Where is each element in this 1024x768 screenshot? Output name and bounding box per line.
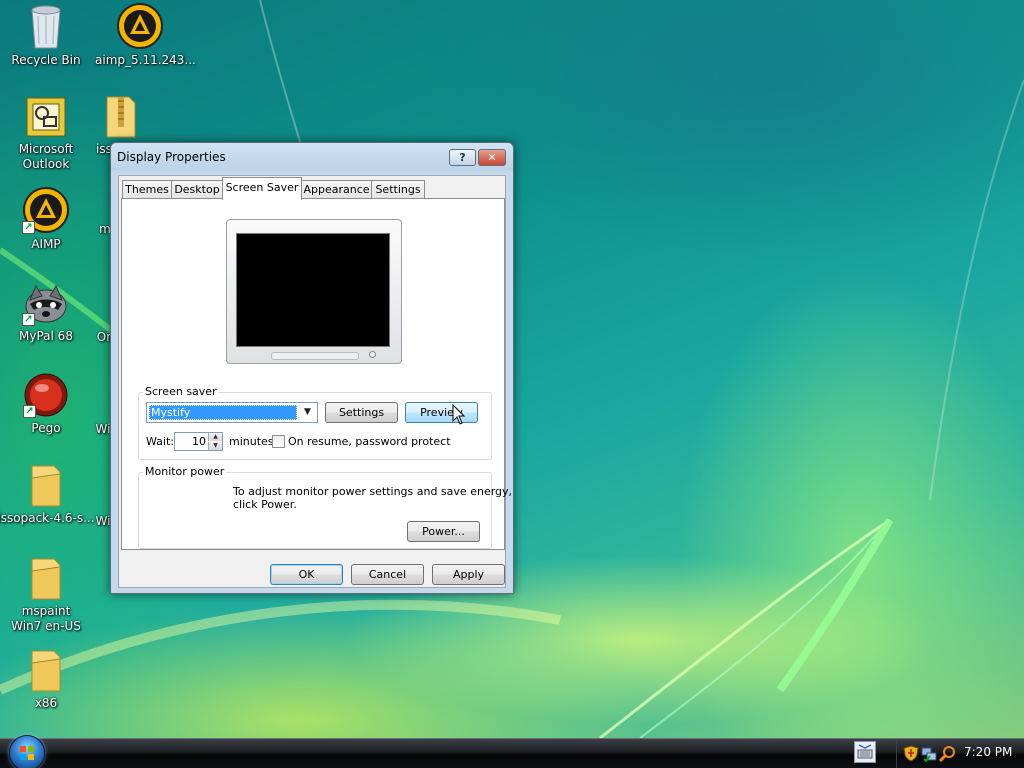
folder-icon (31, 558, 61, 600)
search-icon[interactable] (939, 745, 956, 762)
monitor-power-led-icon (369, 351, 376, 358)
minutes-label: minutes (229, 435, 274, 448)
desktop-icon-label: Microsoft Outlook (18, 142, 74, 171)
title-bar[interactable]: Display Properties ? ✕ (111, 143, 513, 171)
start-button[interactable] (9, 735, 45, 768)
folder-icon (31, 650, 61, 692)
aimp-installer-icon (117, 3, 163, 49)
screen-saver-settings-button[interactable]: Settings (325, 402, 398, 423)
power-button[interactable]: Power... (407, 521, 480, 542)
monitor-preview-base (271, 352, 359, 360)
desktop-icon-mypal[interactable]: ↗ MyPal 68 (1, 280, 91, 344)
zip-folder-icon (106, 96, 136, 138)
desktop-icon-pego[interactable]: ↗ Pego (1, 372, 91, 436)
spin-buttons: ▲ ▼ (208, 433, 222, 450)
help-button[interactable]: ? (449, 149, 476, 166)
tab-screen-saver[interactable]: Screen Saver (222, 177, 302, 200)
taskbar-clock[interactable]: 7:20 PM (964, 745, 1012, 759)
desktop-icon-recycle-bin[interactable]: Recycle Bin (1, 2, 91, 68)
screen-saver-group-label: Screen saver (143, 385, 219, 398)
screen-saver-selected-value: Mystify (149, 405, 297, 420)
tab-desktop[interactable]: Desktop (171, 180, 223, 199)
tab-themes[interactable]: Themes (122, 180, 172, 199)
close-button[interactable]: ✕ (478, 149, 506, 166)
shield-icon[interactable] (903, 745, 919, 762)
desktop-icon-label: aimp_5.11.243... (95, 53, 196, 67)
desktop-icon-label: issopack-4.6-s... (0, 511, 95, 525)
desktop-icon-label: x86 (34, 696, 58, 710)
dialog-title: Display Properties (117, 150, 226, 164)
desktop-icon-label: AIMP (31, 237, 61, 251)
keyboard-language-icon[interactable] (854, 741, 876, 763)
pego-icon-wrapper: ↗ (23, 372, 69, 418)
screen-saver-preview-button[interactable]: Preview (405, 402, 478, 423)
mypal-icon-wrapper: ↗ (22, 280, 70, 326)
monitor-power-description-line2: click Power. (233, 498, 297, 511)
chevron-down-icon[interactable]: ▼ (299, 404, 316, 421)
screen-saver-panel: Screen saver Mystify ▼ Settings Preview … (121, 198, 512, 550)
keyboard-icon (857, 744, 873, 759)
desktop-icon-label: MyPal 68 (19, 329, 73, 343)
desktop-icon-aimp-installer[interactable]: aimp_5.11.243... (95, 2, 196, 68)
password-protect-checkbox[interactable] (272, 435, 285, 448)
desktop-icon-label: Recycle Bin (11, 53, 81, 67)
monitor-preview (226, 219, 402, 364)
spin-down-icon[interactable]: ▼ (208, 442, 222, 450)
shortcut-arrow-icon: ↗ (22, 313, 35, 326)
mouse-cursor-icon (452, 404, 466, 425)
monitor-preview-screen (236, 233, 390, 347)
monitor-power-group-label: Monitor power (143, 465, 227, 478)
monitor-power-description-line1: To adjust monitor power settings and sav… (233, 485, 513, 498)
recycle-bin-icon (31, 5, 61, 49)
wait-label: Wait: (146, 435, 174, 448)
tab-settings[interactable]: Settings (371, 180, 425, 199)
desktop-icon-aimp[interactable]: ↗ AIMP (1, 186, 91, 252)
wait-minutes-value: 10 (192, 435, 206, 448)
outlook-icon (26, 97, 66, 137)
folder-icon (31, 465, 61, 507)
desktop-icon-mspaint-folder[interactable]: mspaint Win7 en-US (1, 555, 91, 634)
display-properties-dialog[interactable]: Display Properties ? ✕ Themes Desktop Sc… (110, 142, 514, 594)
shortcut-arrow-icon: ↗ (23, 405, 36, 418)
desktop-icon-issopack-folder[interactable]: issopack-4.6-s... (0, 462, 96, 526)
shortcut-arrow-icon: ↗ (22, 221, 35, 234)
dialog-client-area: Themes Desktop Screen Saver Appearance S… (118, 175, 512, 588)
aimp-icon-wrapper: ↗ (22, 186, 70, 234)
desktop-icon-x86-folder[interactable]: x86 (1, 647, 91, 711)
desktop-icon-microsoft-outlook[interactable]: Microsoft Outlook (1, 95, 91, 172)
ok-button[interactable]: OK (270, 564, 343, 585)
cancel-button[interactable]: Cancel (351, 564, 424, 585)
desktop-icon-label: mspaint Win7 en-US (11, 604, 81, 633)
spin-up-icon[interactable]: ▲ (208, 433, 222, 441)
password-protect-label[interactable]: On resume, password protect (288, 435, 451, 448)
screen-saver-select[interactable]: Mystify ▼ (146, 402, 318, 423)
windows-logo-icon (20, 746, 34, 760)
apply-button[interactable]: Apply (432, 564, 505, 585)
desktop-icon-label: Pego (31, 421, 61, 435)
tab-appearance[interactable]: Appearance (301, 180, 372, 199)
network-icon[interactable] (921, 745, 937, 762)
wait-minutes-stepper[interactable]: 10 ▲ ▼ (174, 432, 223, 451)
